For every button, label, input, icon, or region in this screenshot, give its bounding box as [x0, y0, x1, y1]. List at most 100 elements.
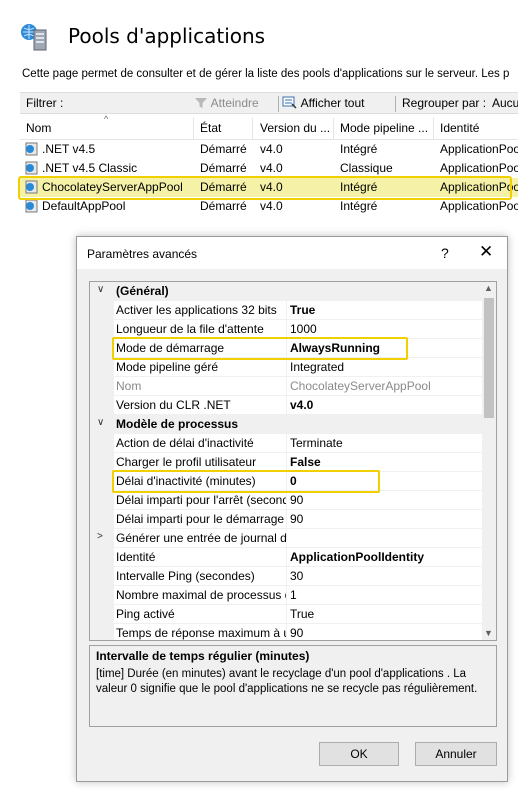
- help-button[interactable]: ?: [441, 245, 449, 261]
- property-name: Mode pipeline géré: [116, 360, 219, 374]
- property-value[interactable]: 90: [290, 626, 480, 640]
- property-row[interactable]: Intervalle Ping (secondes) 30: [90, 567, 482, 586]
- pool-row[interactable]: DefaultAppPool Démarré v4.0 Intégré Appl…: [20, 197, 518, 216]
- property-value[interactable]: 1: [290, 588, 480, 602]
- property-divider: [286, 586, 287, 605]
- property-name: Charger le profil utilisateur: [116, 455, 257, 469]
- property-value[interactable]: v4.0: [290, 398, 480, 412]
- property-row[interactable]: Délai imparti pour l'arrêt (secondes) 90: [90, 491, 482, 510]
- property-divider: [286, 567, 287, 586]
- property-value[interactable]: True: [290, 607, 480, 621]
- filter-label: Filtrer :: [26, 96, 64, 110]
- property-divider: [286, 510, 287, 529]
- column-divider[interactable]: [333, 118, 334, 140]
- expand-chevron-icon[interactable]: ∨: [97, 284, 104, 295]
- property-value[interactable]: 90: [290, 493, 480, 507]
- property-divider: [286, 453, 287, 472]
- column-divider[interactable]: [433, 118, 434, 140]
- dialog-titlebar: Paramètres avancés ? ✕: [77, 237, 507, 269]
- property-row-start-mode[interactable]: Mode de démarrage AlwaysRunning: [90, 339, 482, 358]
- property-value[interactable]: 30: [290, 569, 480, 583]
- show-all-button[interactable]: Afficher tout: [282, 96, 365, 110]
- toolbar-separator: [395, 96, 396, 112]
- property-name: Ping activé: [116, 607, 175, 621]
- scroll-down-icon[interactable]: ▼: [484, 628, 493, 638]
- property-divider: [286, 396, 287, 415]
- pool-pipeline: Intégré: [340, 142, 378, 156]
- property-row[interactable]: Charger le profil utilisateur False: [90, 453, 482, 472]
- start-filter-button[interactable]: Atteindre: [194, 96, 259, 110]
- pool-pipeline: Intégré: [340, 199, 378, 213]
- property-row[interactable]: Mode pipeline géré Integrated: [90, 358, 482, 377]
- pool-identity: ApplicationPoo: [440, 180, 518, 194]
- show-all-icon: [282, 96, 297, 109]
- pool-version: v4.0: [260, 199, 283, 213]
- property-value[interactable]: Integrated: [290, 360, 480, 374]
- close-icon[interactable]: ✕: [479, 242, 493, 262]
- property-value[interactable]: 90: [290, 512, 480, 526]
- pool-name: ChocolateyServerAppPool: [42, 180, 183, 194]
- group-by-select[interactable]: Aucun re: [492, 96, 518, 110]
- property-row[interactable]: Nombre maximal de processus de 1: [90, 586, 482, 605]
- property-row-collapsed[interactable]: > Générer une entrée de journal de: [90, 529, 482, 548]
- property-name: Délai imparti pour l'arrêt (secondes): [116, 493, 286, 507]
- property-value: ChocolateyServerAppPool: [290, 379, 431, 393]
- column-divider[interactable]: [193, 118, 194, 140]
- property-name: Identité: [116, 550, 156, 564]
- column-header-name[interactable]: Nom: [26, 121, 191, 141]
- page-description: Cette page permet de consulter et de gér…: [22, 68, 510, 80]
- property-name: Version du CLR .NET: [116, 398, 231, 412]
- app-pool-icon: [25, 199, 38, 213]
- property-row-idle-timeout[interactable]: Délai d'inactivité (minutes) 0: [90, 472, 482, 491]
- property-row[interactable]: Version du CLR .NET v4.0: [90, 396, 482, 415]
- property-name: Nombre maximal de processus de: [116, 588, 286, 602]
- pool-state: Démarré: [200, 180, 247, 194]
- property-value[interactable]: True: [290, 303, 480, 317]
- app-pools-icon: [21, 24, 47, 51]
- filter-input[interactable]: ▼: [68, 95, 208, 112]
- property-value[interactable]: 0: [290, 474, 480, 488]
- property-divider: [286, 434, 287, 453]
- start-filter-label: Atteindre: [210, 96, 259, 110]
- column-header-pipeline[interactable]: Mode pipeline ...: [340, 121, 432, 141]
- category-process-model[interactable]: ∨ Modèle de processus: [90, 415, 482, 434]
- property-name: Intervalle Ping (secondes): [116, 569, 255, 583]
- toolbar-separator: [278, 96, 279, 112]
- property-row[interactable]: Activer les applications 32 bits True: [90, 301, 482, 320]
- property-value[interactable]: False: [290, 455, 480, 469]
- pool-row[interactable]: .NET v4.5 Classic Démarré v4.0 Classique…: [20, 159, 518, 178]
- column-divider[interactable]: [252, 118, 253, 140]
- chevron-right-icon[interactable]: >: [97, 531, 103, 542]
- pools-list-header: ^ Nom État Version du ... Mode pipeline …: [20, 114, 518, 141]
- property-row[interactable]: Identité ApplicationPoolIdentity: [90, 548, 482, 567]
- property-value[interactable]: 1000: [290, 322, 480, 336]
- category-general[interactable]: ∨ (Général): [90, 282, 482, 301]
- scrollbar-thumb[interactable]: [484, 298, 494, 418]
- property-name: Temps de réponse maximum à un: [116, 626, 286, 640]
- property-value[interactable]: AlwaysRunning: [290, 341, 480, 355]
- expand-chevron-icon[interactable]: ∨: [97, 417, 104, 428]
- description-text: [time] Durée (en minutes) avant le recyc…: [96, 668, 478, 695]
- pool-row[interactable]: .NET v4.5 Démarré v4.0 Intégré Applicati…: [20, 140, 518, 159]
- column-header-state[interactable]: État: [200, 121, 255, 141]
- property-value[interactable]: ApplicationPoolIdentity: [290, 550, 480, 564]
- property-grid-scrollbar[interactable]: ▲ ▼: [482, 282, 496, 640]
- property-row[interactable]: Longueur de la file d'attente 1000: [90, 320, 482, 339]
- cancel-button[interactable]: Annuler: [415, 742, 497, 766]
- pool-state: Démarré: [200, 161, 247, 175]
- property-row[interactable]: Ping activé True: [90, 605, 482, 624]
- ok-button[interactable]: OK: [319, 742, 399, 766]
- property-name: Délai imparti pour le démarrage: [116, 512, 285, 526]
- pool-name: DefaultAppPool: [42, 199, 126, 213]
- property-row[interactable]: Temps de réponse maximum à un 90: [90, 624, 482, 640]
- pool-row-selected[interactable]: ChocolateyServerAppPool Démarré v4.0 Int…: [20, 178, 518, 197]
- column-header-version[interactable]: Version du ...: [260, 121, 332, 141]
- column-header-identity[interactable]: Identité: [440, 121, 518, 141]
- scroll-up-icon[interactable]: ▲: [484, 283, 493, 293]
- property-row[interactable]: Délai imparti pour le démarrage 90: [90, 510, 482, 529]
- property-value[interactable]: Terminate: [290, 436, 480, 450]
- property-name: Activer les applications 32 bits: [116, 303, 277, 317]
- property-row[interactable]: Action de délai d'inactivité Terminate: [90, 434, 482, 453]
- pool-name: .NET v4.5: [42, 142, 96, 156]
- property-grid: ∨ (Général) Activer les applications 32 …: [89, 281, 497, 641]
